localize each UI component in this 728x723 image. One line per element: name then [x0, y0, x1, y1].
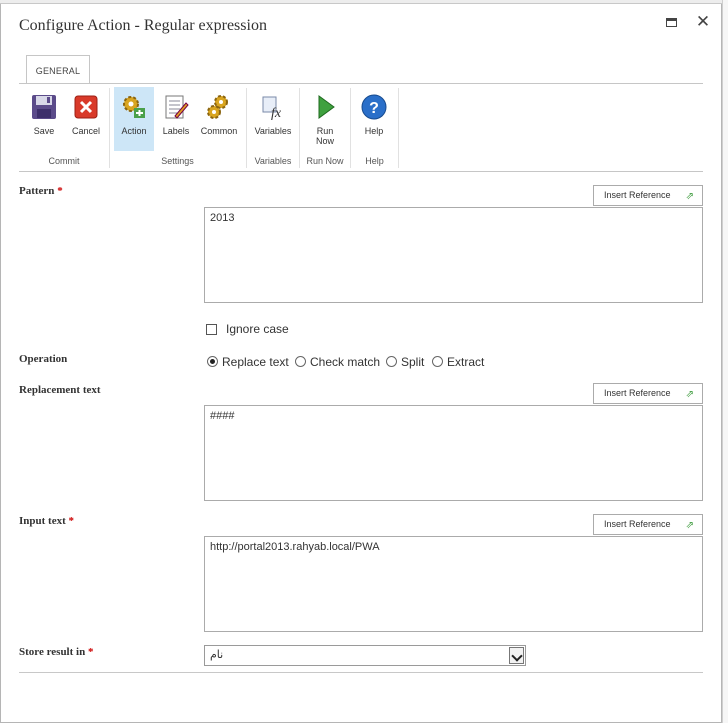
operation-label: Operation	[19, 353, 68, 365]
maximize-icon[interactable]	[666, 18, 677, 27]
red-x-icon	[74, 95, 98, 119]
radio-extract[interactable]	[432, 356, 443, 367]
store-result-label-text: Store result in	[19, 646, 86, 658]
required-marker: *	[57, 185, 63, 197]
radio-label-replace-text: Replace text	[222, 355, 289, 369]
save-button[interactable]: Save	[24, 87, 64, 151]
action-button[interactable]: Action	[114, 87, 154, 151]
gears-icon	[123, 96, 145, 118]
variables-label: Variables	[254, 126, 292, 136]
help-label: Help	[364, 126, 384, 136]
insert-arrow-icon: ⇗	[685, 389, 694, 400]
insert-reference-label: Insert Reference	[604, 388, 671, 398]
floppy-disk-icon	[32, 95, 56, 119]
run-now-button[interactable]: Run Now	[305, 87, 345, 151]
store-result-select[interactable]: نام	[204, 645, 526, 666]
run-now-label: Run Now	[315, 126, 334, 146]
required-marker: *	[87, 646, 94, 658]
gears-icon	[207, 95, 228, 119]
input-text-textarea[interactable]: http://portal2013.rahyab.local/PWA	[204, 536, 703, 632]
pattern-label-text: Pattern	[19, 185, 55, 197]
close-icon[interactable]: ✕	[695, 13, 711, 31]
store-result-value: نام	[210, 649, 224, 661]
svg-text:fx: fx	[271, 106, 282, 120]
cancel-label: Cancel	[71, 126, 100, 136]
notepad-pencil-icon	[165, 95, 189, 119]
group-label-settings: Settings	[161, 156, 194, 166]
radio-label-split: Split	[401, 355, 425, 369]
common-label: Common	[200, 126, 238, 136]
input-text-label: Input text *	[19, 515, 74, 527]
blue-question-icon: ?	[361, 94, 387, 120]
divider	[19, 672, 703, 673]
required-marker: *	[68, 515, 75, 527]
insert-arrow-icon: ⇗	[685, 191, 694, 202]
cancel-button[interactable]: Cancel	[66, 87, 106, 151]
insert-reference-label: Insert Reference	[604, 519, 671, 529]
ribbon-separator	[398, 88, 399, 168]
store-result-label: Store result in *	[19, 646, 93, 658]
replacement-textarea[interactable]: ####	[204, 405, 703, 501]
ignore-case-checkbox[interactable]	[206, 324, 217, 335]
insert-reference-button[interactable]: Insert Reference ⇗	[593, 514, 703, 535]
radio-label-extract: Extract	[447, 355, 485, 369]
pattern-label: Pattern *	[19, 185, 63, 197]
pattern-textarea[interactable]: 2013	[204, 207, 703, 303]
radio-label-check-match: Check match	[310, 355, 381, 369]
radio-replace-text[interactable]	[207, 356, 218, 367]
variables-button[interactable]: fx Variables	[253, 87, 293, 151]
input-text-label-text: Input text	[19, 515, 66, 527]
labels-button[interactable]: Labels	[156, 87, 196, 151]
insert-arrow-icon: ⇗	[685, 520, 694, 531]
tab-general[interactable]: GENERAL	[26, 55, 90, 84]
insert-reference-label: Insert Reference	[604, 190, 671, 200]
svg-text:?: ?	[369, 100, 379, 117]
group-label-commit: Commit	[48, 156, 80, 166]
window-right-edge	[722, 0, 728, 723]
dialog-title: Configure Action - Regular expression	[19, 17, 267, 34]
radio-split[interactable]	[386, 356, 397, 367]
group-label-run-now: Run Now	[306, 156, 344, 166]
replacement-label: Replacement text	[19, 384, 101, 396]
chevron-down-icon[interactable]	[509, 647, 524, 664]
fx-icon: fx	[262, 96, 282, 120]
insert-reference-button[interactable]: Insert Reference ⇗	[593, 383, 703, 404]
group-label-variables: Variables	[254, 156, 292, 166]
common-button[interactable]: Common	[199, 87, 239, 151]
radio-check-match[interactable]	[295, 356, 306, 367]
green-play-icon	[318, 95, 335, 119]
help-button[interactable]: ? Help	[354, 87, 394, 151]
ignore-case-label: Ignore case	[226, 322, 289, 336]
group-label-help: Help	[365, 156, 384, 166]
insert-reference-button[interactable]: Insert Reference ⇗	[593, 185, 703, 206]
